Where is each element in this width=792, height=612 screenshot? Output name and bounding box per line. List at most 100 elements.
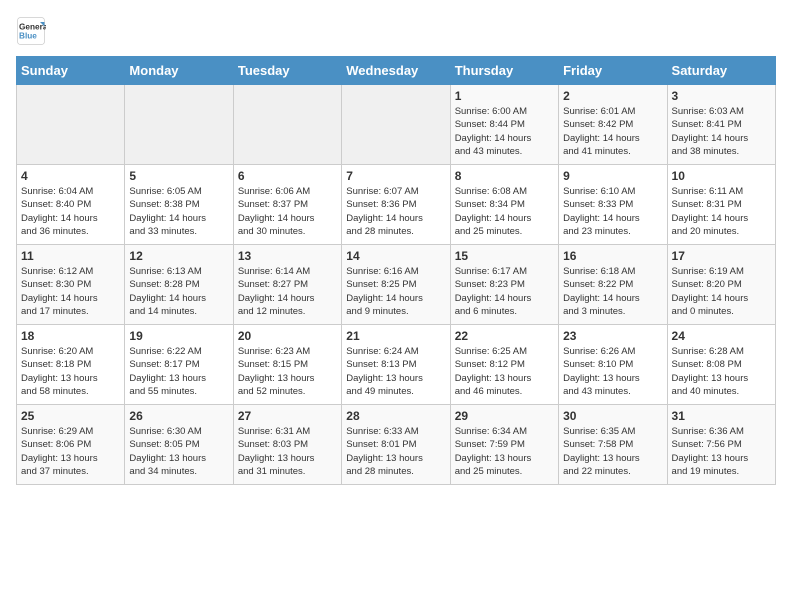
day-number: 10: [672, 169, 771, 183]
day-number: 12: [129, 249, 228, 263]
day-number: 5: [129, 169, 228, 183]
day-header-thursday: Thursday: [450, 57, 558, 85]
day-info: Sunrise: 6:07 AMSunset: 8:36 PMDaylight:…: [346, 185, 445, 238]
day-info: Sunrise: 6:16 AMSunset: 8:25 PMDaylight:…: [346, 265, 445, 318]
logo-icon: General Blue: [16, 16, 46, 46]
calendar-cell: 2Sunrise: 6:01 AMSunset: 8:42 PMDaylight…: [559, 85, 667, 165]
calendar-cell: 1 Sunrise: 6:00 AMSunset: 8:44 PMDaylight…: [450, 85, 558, 165]
day-number: 3: [672, 89, 771, 103]
day-number: 26: [129, 409, 228, 423]
calendar-week-row: 18 Sunrise: 6:20 AMSunset: 8:18 PMDayligh…: [17, 325, 776, 405]
day-number: 25: [21, 409, 120, 423]
day-info: Sunrise: 6:25 AMSunset: 8:12 PMDaylight:…: [455, 345, 554, 398]
day-info: Sunrise: 6:03 AMSunset: 8:41 PMDaylight:…: [672, 105, 771, 158]
day-info: Sunrise: 6:12 AMSunset: 8:30 PMDaylight:…: [21, 265, 120, 318]
day-info: Sunrise: 6:24 AMSunset: 8:13 PMDaylight:…: [346, 345, 445, 398]
day-info: Sunrise: 6:00 AMSunset: 8:44 PMDaylight:…: [455, 105, 554, 158]
day-number: 23: [563, 329, 662, 343]
calendar-cell: 7 Sunrise: 6:07 AMSunset: 8:36 PMDaylight…: [342, 165, 450, 245]
calendar-cell: 12 Sunrise: 6:13 AMSunset: 8:28 PMDayligh…: [125, 245, 233, 325]
day-number: 20: [238, 329, 337, 343]
logo: General Blue: [16, 16, 52, 46]
calendar-week-row: 1 Sunrise: 6:00 AMSunset: 8:44 PMDaylight…: [17, 85, 776, 165]
day-info: Sunrise: 6:14 AMSunset: 8:27 PMDaylight:…: [238, 265, 337, 318]
day-number: 14: [346, 249, 445, 263]
calendar-cell: [233, 85, 341, 165]
calendar-cell: 6Sunrise: 6:06 AMSunset: 8:37 PMDaylight…: [233, 165, 341, 245]
day-number: 13: [238, 249, 337, 263]
day-info: Sunrise: 6:33 AMSunset: 8:01 PMDaylight:…: [346, 425, 445, 478]
day-info: Sunrise: 6:28 AMSunset: 8:08 PMDaylight:…: [672, 345, 771, 398]
day-header-saturday: Saturday: [667, 57, 775, 85]
calendar-cell: 16Sunrise: 6:18 AMSunset: 8:22 PMDayligh…: [559, 245, 667, 325]
day-info: Sunrise: 6:06 AMSunset: 8:37 PMDaylight:…: [238, 185, 337, 238]
day-info: Sunrise: 6:08 AMSunset: 8:34 PMDaylight:…: [455, 185, 554, 238]
calendar-cell: 29 Sunrise: 6:34 AMSunset: 7:59 PMDayligh…: [450, 405, 558, 485]
calendar-cell: 19Sunrise: 6:22 AMSunset: 8:17 PMDayligh…: [125, 325, 233, 405]
calendar-cell: 8 Sunrise: 6:08 AMSunset: 8:34 PMDaylight…: [450, 165, 558, 245]
day-number: 24: [672, 329, 771, 343]
day-number: 4: [21, 169, 120, 183]
day-header-sunday: Sunday: [17, 57, 125, 85]
day-info: Sunrise: 6:23 AMSunset: 8:15 PMDaylight:…: [238, 345, 337, 398]
day-number: 1: [455, 89, 554, 103]
calendar-cell: [342, 85, 450, 165]
day-number: 16: [563, 249, 662, 263]
calendar-cell: 27 Sunrise: 6:31 AMSunset: 8:03 PMDayligh…: [233, 405, 341, 485]
day-number: 31: [672, 409, 771, 423]
calendar-cell: 20 Sunrise: 6:23 AMSunset: 8:15 PMDayligh…: [233, 325, 341, 405]
svg-text:Blue: Blue: [19, 32, 37, 41]
day-number: 15: [455, 249, 554, 263]
day-info: Sunrise: 6:29 AMSunset: 8:06 PMDaylight:…: [21, 425, 120, 478]
day-header-wednesday: Wednesday: [342, 57, 450, 85]
day-number: 9: [563, 169, 662, 183]
calendar-cell: 14 Sunrise: 6:16 AMSunset: 8:25 PMDayligh…: [342, 245, 450, 325]
calendar-cell: 10 Sunrise: 6:11 AMSunset: 8:31 PMDayligh…: [667, 165, 775, 245]
calendar-cell: 21 Sunrise: 6:24 AMSunset: 8:13 PMDayligh…: [342, 325, 450, 405]
calendar-cell: 15 Sunrise: 6:17 AMSunset: 8:23 PMDayligh…: [450, 245, 558, 325]
calendar-cell: [17, 85, 125, 165]
calendar-cell: 4 Sunrise: 6:04 AMSunset: 8:40 PMDaylight…: [17, 165, 125, 245]
calendar-cell: 13 Sunrise: 6:14 AMSunset: 8:27 PMDayligh…: [233, 245, 341, 325]
day-number: 18: [21, 329, 120, 343]
calendar-cell: 23Sunrise: 6:26 AMSunset: 8:10 PMDayligh…: [559, 325, 667, 405]
calendar-week-row: 11Sunrise: 6:12 AMSunset: 8:30 PMDayligh…: [17, 245, 776, 325]
calendar-cell: 9 Sunrise: 6:10 AMSunset: 8:33 PMDaylight…: [559, 165, 667, 245]
day-number: 29: [455, 409, 554, 423]
day-info: Sunrise: 6:22 AMSunset: 8:17 PMDaylight:…: [129, 345, 228, 398]
day-number: 2: [563, 89, 662, 103]
day-info: Sunrise: 6:10 AMSunset: 8:33 PMDaylight:…: [563, 185, 662, 238]
calendar-cell: 18 Sunrise: 6:20 AMSunset: 8:18 PMDayligh…: [17, 325, 125, 405]
day-info: Sunrise: 6:35 AMSunset: 7:58 PMDaylight:…: [563, 425, 662, 478]
day-info: Sunrise: 6:11 AMSunset: 8:31 PMDaylight:…: [672, 185, 771, 238]
day-number: 8: [455, 169, 554, 183]
day-header-friday: Friday: [559, 57, 667, 85]
day-number: 27: [238, 409, 337, 423]
day-info: Sunrise: 6:31 AMSunset: 8:03 PMDaylight:…: [238, 425, 337, 478]
calendar-cell: 5Sunrise: 6:05 AMSunset: 8:38 PMDaylight…: [125, 165, 233, 245]
day-info: Sunrise: 6:30 AMSunset: 8:05 PMDaylight:…: [129, 425, 228, 478]
calendar-cell: 31Sunrise: 6:36 AMSunset: 7:56 PMDayligh…: [667, 405, 775, 485]
day-number: 17: [672, 249, 771, 263]
day-info: Sunrise: 6:04 AMSunset: 8:40 PMDaylight:…: [21, 185, 120, 238]
page-header: General Blue: [16, 16, 776, 46]
day-info: Sunrise: 6:34 AMSunset: 7:59 PMDaylight:…: [455, 425, 554, 478]
calendar-cell: 30 Sunrise: 6:35 AMSunset: 7:58 PMDayligh…: [559, 405, 667, 485]
calendar-cell: 26 Sunrise: 6:30 AMSunset: 8:05 PMDayligh…: [125, 405, 233, 485]
calendar-week-row: 4 Sunrise: 6:04 AMSunset: 8:40 PMDaylight…: [17, 165, 776, 245]
day-info: Sunrise: 6:17 AMSunset: 8:23 PMDaylight:…: [455, 265, 554, 318]
day-number: 22: [455, 329, 554, 343]
calendar-cell: 25 Sunrise: 6:29 AMSunset: 8:06 PMDayligh…: [17, 405, 125, 485]
calendar-cell: 17Sunrise: 6:19 AMSunset: 8:20 PMDayligh…: [667, 245, 775, 325]
calendar-cell: [125, 85, 233, 165]
day-header-monday: Monday: [125, 57, 233, 85]
day-number: 7: [346, 169, 445, 183]
day-number: 21: [346, 329, 445, 343]
day-info: Sunrise: 6:13 AMSunset: 8:28 PMDaylight:…: [129, 265, 228, 318]
day-number: 30: [563, 409, 662, 423]
calendar-cell: 11Sunrise: 6:12 AMSunset: 8:30 PMDayligh…: [17, 245, 125, 325]
calendar-table: SundayMondayTuesdayWednesdayThursdayFrid…: [16, 56, 776, 485]
calendar-week-row: 25 Sunrise: 6:29 AMSunset: 8:06 PMDayligh…: [17, 405, 776, 485]
day-info: Sunrise: 6:20 AMSunset: 8:18 PMDaylight:…: [21, 345, 120, 398]
day-header-tuesday: Tuesday: [233, 57, 341, 85]
